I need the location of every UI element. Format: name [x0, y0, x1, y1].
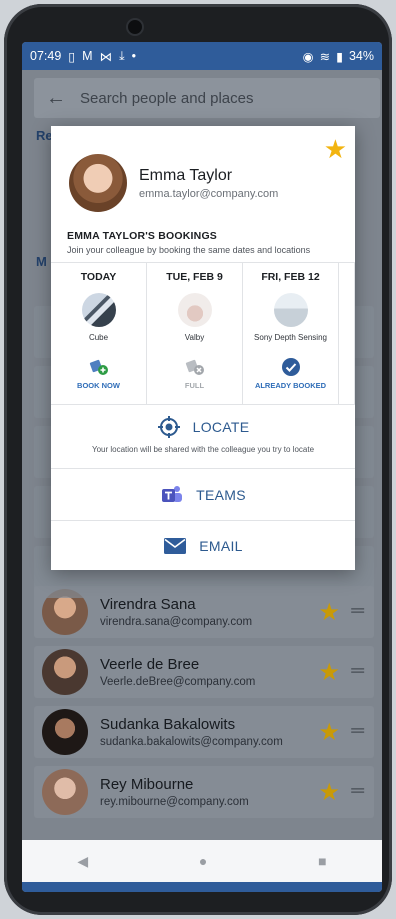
teams-icon	[160, 484, 184, 506]
person-email: rey.mibourne@company.com	[100, 796, 249, 808]
phone-frame: 07:49 ▯ M ⋈ ⤓ • ◉ ≋ ▮ 34% ← Search peopl…	[4, 4, 392, 915]
booking-action-label: FULL	[184, 381, 205, 390]
eye-icon: ◉	[302, 49, 314, 64]
search-bar[interactable]: ← Search people and places	[34, 78, 380, 118]
avatar	[69, 154, 127, 212]
camera-icon	[126, 18, 144, 36]
location-image	[81, 293, 116, 327]
locate-icon	[157, 415, 181, 439]
nav-home-icon[interactable]: ●	[199, 853, 207, 869]
person-name: Veerle de Bree	[100, 656, 200, 673]
person-name: Sudanka Bakalowits	[100, 716, 236, 733]
favorite-star-icon[interactable]: ★	[318, 658, 340, 687]
battery-level: 34%	[348, 49, 374, 63]
dialog-header: Emma Taylor emma.taylor@company.com	[69, 154, 278, 212]
person-name: Rey Mibourne	[100, 776, 194, 793]
booking-column-today[interactable]: TODAY Cube BOOK NOW	[51, 263, 147, 405]
avatar	[42, 709, 88, 755]
bookings-subtitle: Join your colleague by booking the same …	[67, 245, 311, 255]
full-icon	[185, 357, 205, 377]
person-row[interactable]: Sudanka Bakalowits sudanka.bakalowits@co…	[34, 706, 374, 758]
colleague-dialog: ★ Emma Taylor emma.taylor@company.com EM…	[51, 126, 355, 570]
favorite-star-icon[interactable]: ★	[324, 134, 347, 165]
booking-place: Sony Depth Sensing	[254, 333, 327, 342]
section-label-my: M	[36, 254, 47, 269]
check-icon	[281, 357, 301, 377]
bookings-title: EMMA TAYLOR'S BOOKINGS	[67, 230, 218, 242]
location-image	[273, 293, 308, 327]
booking-day: TODAY	[80, 271, 117, 283]
colleague-name: Emma Taylor	[139, 166, 233, 184]
person-name: Virendra Sana	[100, 596, 196, 613]
booking-place: Valby	[184, 333, 205, 342]
booking-place: Cube	[88, 333, 109, 342]
person-email: virendra.sana@company.com	[100, 616, 253, 628]
mail-icon: ⋈	[99, 49, 113, 64]
person-row[interactable]: Rey Mibourne rey.mibourne@company.com ★ …	[34, 766, 374, 818]
favorite-star-icon[interactable]: ★	[318, 778, 340, 807]
booking-column-fri[interactable]: FRI, FEB 12 Sony Depth Sensing ALREADY B…	[243, 263, 339, 405]
nav-recents-icon[interactable]: ■	[318, 853, 326, 869]
bookings-columns: TODAY Cube BOOK NOW TUE, FEB 9 Valby FUL	[51, 262, 355, 405]
teams-label[interactable]: TEAMS	[196, 487, 246, 503]
book-now-icon[interactable]	[89, 357, 109, 377]
dot-icon: •	[131, 49, 137, 63]
locate-label[interactable]: LOCATE	[193, 419, 250, 435]
locate-button[interactable]: LOCATE Your location will be shared with…	[51, 404, 355, 468]
colleague-email: emma.taylor@company.com	[139, 187, 279, 200]
person-row[interactable]: Veerle de Bree Veerle.deBree@company.com…	[34, 646, 374, 698]
back-arrow-icon[interactable]: ←	[46, 87, 66, 110]
screen: 07:49 ▯ M ⋈ ⤓ • ◉ ≋ ▮ 34% ← Search peopl…	[22, 42, 382, 892]
person-email: Veerle.deBree@company.com	[100, 676, 256, 688]
person-email: sudanka.bakalowits@company.com	[100, 736, 283, 748]
nav-back-icon[interactable]: ◀	[77, 853, 88, 870]
status-bar: 07:49 ▯ M ⋈ ⤓ • ◉ ≋ ▮ 34%	[22, 42, 382, 70]
drag-handle-icon[interactable]: ═	[351, 780, 364, 801]
favorite-star-icon[interactable]: ★	[318, 598, 340, 627]
booking-action-label: ALREADY BOOKED	[254, 381, 327, 390]
battery-icon: ▮	[336, 49, 343, 64]
avatar	[42, 769, 88, 815]
avatar	[42, 649, 88, 695]
search-input[interactable]: Search people and places	[80, 90, 253, 107]
drag-handle-icon[interactable]: ═	[351, 660, 364, 681]
gmail-icon: M	[82, 49, 93, 63]
booking-column-more[interactable]	[339, 263, 355, 405]
booking-column-tue[interactable]: TUE, FEB 9 Valby FULL	[147, 263, 243, 405]
email-icon	[163, 537, 187, 555]
booking-action-label[interactable]: BOOK NOW	[77, 381, 120, 390]
booking-day: TUE, FEB 9	[166, 271, 223, 283]
booking-day: FRI, FEB 12	[261, 271, 320, 283]
status-time: 07:49	[30, 49, 62, 63]
favorite-star-icon[interactable]: ★	[318, 718, 340, 747]
notification-icon: ▯	[68, 49, 76, 64]
bottom-bar	[22, 882, 382, 892]
drag-handle-icon[interactable]: ═	[351, 720, 364, 741]
email-button[interactable]: EMAIL	[51, 520, 355, 570]
wifi-icon: ≋	[319, 49, 331, 64]
teams-button[interactable]: TEAMS	[51, 468, 355, 520]
download-icon: ⤓	[119, 48, 125, 63]
email-label[interactable]: EMAIL	[199, 538, 243, 554]
locate-note: Your location will be shared with the co…	[91, 445, 315, 454]
drag-handle-icon[interactable]: ═	[351, 600, 364, 621]
location-image	[177, 293, 212, 327]
navigation-bar: ◀ ● ■	[22, 840, 382, 882]
